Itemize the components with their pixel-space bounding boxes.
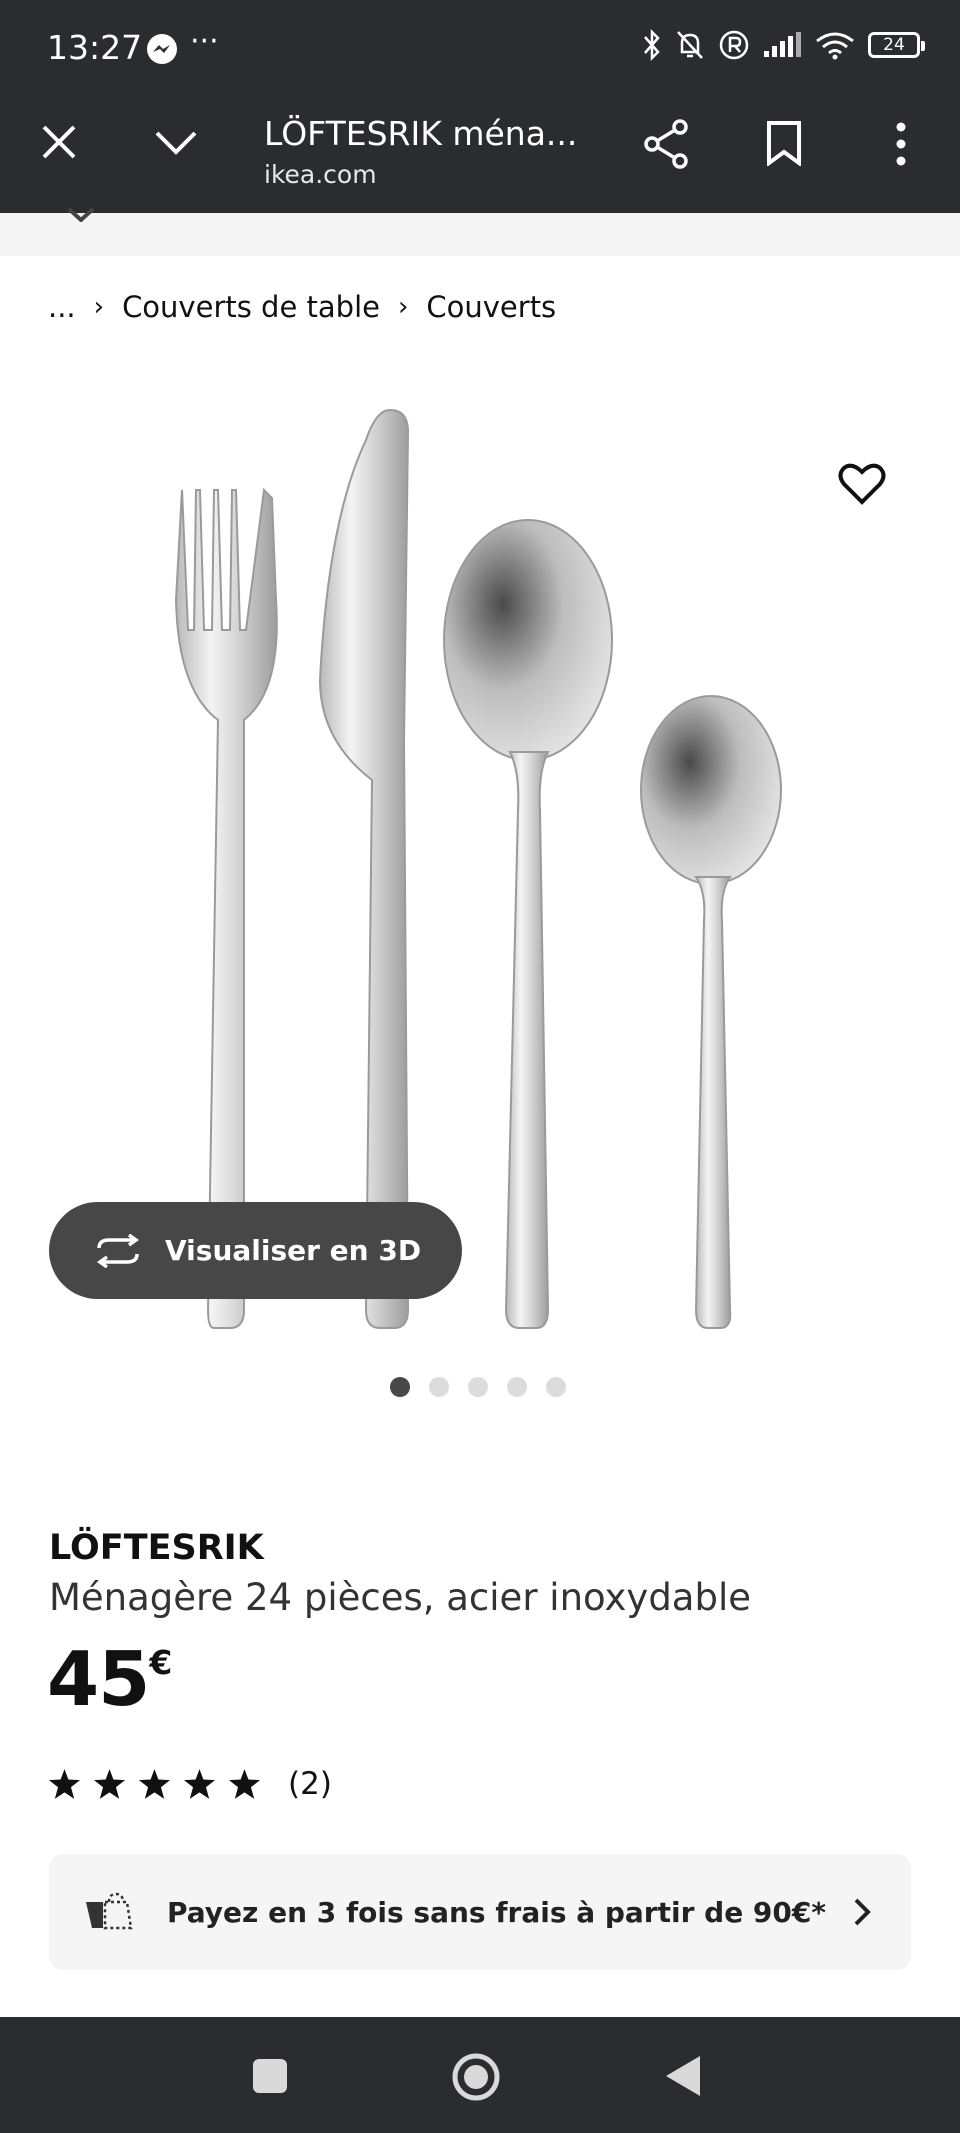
product-image[interactable] <box>0 380 960 1340</box>
chevron-right-icon <box>854 1898 871 1926</box>
bookmark-icon[interactable] <box>766 120 802 166</box>
breadcrumb-item-couverts-de-table[interactable]: Couverts de table <box>122 290 380 324</box>
product-rating[interactable]: (2) <box>49 1766 332 1802</box>
carousel-dot-5[interactable] <box>546 1377 566 1397</box>
signal-icon <box>764 32 801 57</box>
rotate-3d-icon <box>96 1233 140 1268</box>
payment-bag-icon <box>86 1892 133 1930</box>
carousel-dot-2[interactable] <box>429 1377 449 1397</box>
share-icon[interactable] <box>642 118 692 170</box>
visualize-3d-button[interactable]: Visualiser en 3D <box>49 1202 462 1299</box>
star-icon <box>184 1769 215 1799</box>
product-description: Ménagère 24 pièces, acier inoxydable <box>49 1576 752 1619</box>
carousel-dot-3[interactable] <box>468 1377 488 1397</box>
star-icon <box>94 1769 125 1799</box>
page-url[interactable]: ikea.com <box>264 160 377 189</box>
bluetooth-icon <box>644 28 660 62</box>
installment-label: Payez en 3 fois sans frais à partir de 9… <box>167 1895 827 1929</box>
price-currency: € <box>149 1643 172 1682</box>
rating-count: (2) <box>288 1766 332 1802</box>
knife-image <box>318 408 410 1329</box>
back-icon[interactable] <box>664 2054 702 2098</box>
chevron-down-icon[interactable] <box>154 127 198 157</box>
status-more: ··· <box>190 24 219 59</box>
scrolled-banner-peek <box>0 213 960 256</box>
carousel-dot-4[interactable] <box>507 1377 527 1397</box>
product-name: LÖFTESRIK <box>49 1528 264 1568</box>
page-title[interactable]: LÖFTESRIK ména... <box>264 114 584 153</box>
messenger-icon <box>147 34 177 64</box>
breadcrumb-item-couverts[interactable]: Couverts <box>426 290 556 324</box>
spoon-image <box>443 519 613 1329</box>
status-icons: 24 <box>642 28 925 62</box>
close-icon[interactable] <box>40 123 78 161</box>
product-price: 45€ <box>47 1642 172 1717</box>
registered-icon <box>719 30 749 60</box>
browser-toolbar: LÖFTESRIK ména... ikea.com <box>0 100 960 213</box>
home-icon[interactable] <box>451 2052 501 2102</box>
price-value: 45 <box>47 1635 150 1723</box>
star-icon <box>49 1769 80 1799</box>
chevron-right-icon: › <box>93 292 105 322</box>
visualize-3d-label: Visualiser en 3D <box>165 1234 422 1267</box>
heart-icon[interactable] <box>838 463 886 505</box>
breadcrumb: ... › Couverts de table › Couverts <box>48 290 556 324</box>
rating-stars <box>49 1769 260 1799</box>
battery-icon: 24 <box>868 32 925 58</box>
installment-payment-banner[interactable]: Payez en 3 fois sans frais à partir de 9… <box>49 1854 911 1970</box>
carousel-indicator <box>390 1377 566 1397</box>
status-time: 13:27 <box>47 28 143 67</box>
star-icon <box>139 1769 170 1799</box>
chevron-right-icon: › <box>397 292 409 322</box>
bell-off-icon <box>677 31 703 59</box>
star-icon <box>229 1769 260 1799</box>
recent-apps-icon[interactable] <box>252 2058 288 2094</box>
breadcrumb-ellipsis[interactable]: ... <box>48 290 76 324</box>
more-vert-icon[interactable] <box>894 122 908 166</box>
status-bar: 13:27 ··· 24 <box>0 0 960 100</box>
wifi-icon <box>816 32 854 60</box>
carousel-dot-1[interactable] <box>390 1377 410 1397</box>
chevron-down-icon <box>67 207 95 222</box>
system-nav-bar <box>0 2017 960 2133</box>
teaspoon-image <box>640 695 782 1329</box>
